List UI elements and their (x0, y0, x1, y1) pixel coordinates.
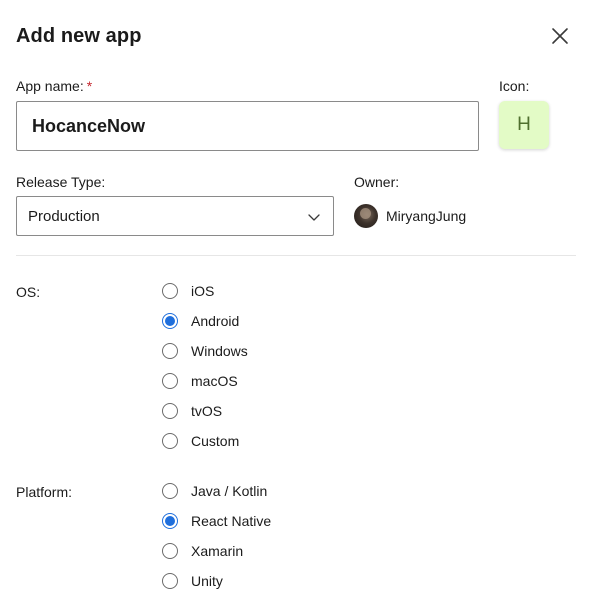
platform-option-java-kotlin[interactable]: Java / Kotlin (162, 481, 267, 501)
release-type-label: Release Type: (16, 174, 106, 190)
os-option-label: macOS (191, 373, 238, 389)
radio-button[interactable] (162, 283, 178, 299)
app-icon-picker[interactable]: H (499, 101, 549, 149)
os-option-label: Custom (191, 433, 240, 449)
os-label: OS: (16, 284, 41, 300)
os-option-windows[interactable]: Windows (162, 341, 248, 361)
release-type-select[interactable]: Production (16, 196, 334, 236)
app-name-input[interactable] (16, 101, 479, 151)
platform-option-label: React Native (191, 513, 272, 529)
platform-option-xamarin[interactable]: Xamarin (162, 541, 243, 561)
radio-button[interactable] (162, 543, 178, 559)
radio-button[interactable] (162, 343, 178, 359)
owner-label: Owner: (354, 174, 400, 190)
platform-option-unity[interactable]: Unity (162, 571, 223, 591)
close-icon (552, 28, 568, 44)
os-option-label: Android (191, 313, 240, 329)
dialog-title: Add new app (16, 25, 142, 47)
app-icon-letter: H (517, 114, 531, 135)
os-option-custom[interactable]: Custom (162, 431, 239, 451)
radio-button[interactable] (162, 403, 178, 419)
close-button[interactable] (546, 22, 574, 50)
os-option-ios[interactable]: iOS (162, 281, 214, 301)
chevron-down-icon (308, 214, 320, 221)
platform-option-label: Java / Kotlin (191, 483, 268, 499)
os-option-tvos[interactable]: tvOS (162, 401, 222, 421)
os-option-label: iOS (191, 283, 215, 299)
os-option-android[interactable]: Android (162, 311, 239, 331)
avatar (354, 204, 378, 228)
os-option-label: tvOS (191, 403, 223, 419)
release-type-value: Production (28, 208, 100, 225)
radio-button[interactable] (162, 483, 178, 499)
platform-option-react-native[interactable]: React Native (162, 511, 271, 531)
owner-info: MiryangJung (354, 204, 466, 228)
os-option-macos[interactable]: macOS (162, 371, 238, 391)
radio-button[interactable] (162, 433, 178, 449)
app-name-label: App name: * (16, 77, 92, 95)
os-option-label: Windows (191, 343, 248, 359)
add-app-dialog: Add new app App name:* Icon: H Release T… (0, 0, 591, 614)
required-marker: * (86, 78, 93, 94)
app-name-label-text: App name: (16, 78, 84, 94)
owner-name: MiryangJung (386, 208, 467, 224)
platform-option-label: Xamarin (191, 543, 244, 559)
radio-button-selected[interactable] (162, 513, 178, 529)
icon-label: Icon: (499, 78, 530, 94)
platform-label: Platform: (16, 484, 73, 500)
platform-option-label: Unity (191, 573, 223, 589)
section-divider (16, 255, 576, 256)
radio-button[interactable] (162, 373, 178, 389)
radio-button[interactable] (162, 573, 178, 589)
radio-button-selected[interactable] (162, 313, 178, 329)
